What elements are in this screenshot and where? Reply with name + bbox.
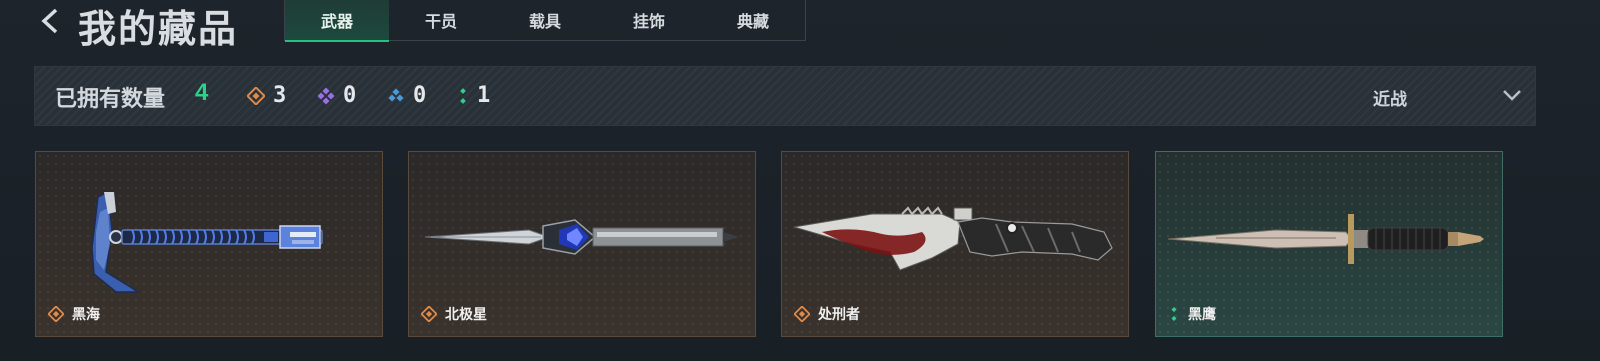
orange-diamond-icon bbox=[794, 306, 810, 322]
tab-weapons[interactable]: 武器 bbox=[285, 0, 389, 42]
item-name-row: 处刑者 bbox=[794, 304, 860, 324]
weapon-type-dropdown[interactable]: 近战 bbox=[1335, 67, 1535, 125]
item-card-black-hawk[interactable]: 黑鹰 bbox=[1155, 151, 1503, 337]
dropdown-selected-value: 近战 bbox=[1373, 90, 1407, 110]
purple-diamond-icon bbox=[317, 86, 335, 105]
category-tabs: 武器 干员 载具 挂饰 典藏 bbox=[284, 0, 806, 42]
page-title: 我的藏品 bbox=[78, 7, 239, 51]
item-name: 北极星 bbox=[445, 307, 487, 323]
top-bar: 我的藏品 武器 干员 载具 挂饰 典藏 bbox=[0, 0, 1600, 51]
rarity-count: 3 bbox=[273, 83, 287, 108]
tab-operators[interactable]: 干员 bbox=[389, 0, 493, 40]
item-name: 黑鹰 bbox=[1188, 307, 1216, 323]
item-name-row: 北极星 bbox=[421, 304, 487, 324]
owned-label: 已拥有数量 bbox=[55, 87, 166, 112]
rarity-count-green: 1 bbox=[457, 83, 490, 108]
item-name-row: 黑海 bbox=[48, 304, 100, 324]
tab-collection[interactable]: 典藏 bbox=[701, 0, 805, 40]
owned-count: 4 bbox=[195, 79, 209, 106]
combat-knife-weapon-image bbox=[1167, 214, 1484, 264]
rarity-count: 0 bbox=[343, 83, 357, 108]
green-diamond-icon bbox=[1171, 307, 1177, 321]
rarity-count: 0 bbox=[413, 83, 427, 108]
rarity-count-purple: 0 bbox=[317, 83, 356, 108]
orange-diamond-icon bbox=[247, 86, 265, 105]
chevron-left-icon bbox=[41, 8, 58, 34]
item-card-executioner[interactable]: 处刑者 bbox=[781, 151, 1129, 337]
green-diamond-icon bbox=[460, 87, 466, 104]
orange-diamond-icon bbox=[421, 306, 437, 322]
back-button[interactable] bbox=[38, 6, 64, 36]
knife-weapon-image bbox=[793, 206, 1113, 271]
rarity-count: 1 bbox=[477, 83, 491, 108]
orange-diamond-icon bbox=[48, 306, 64, 322]
item-name: 处刑者 bbox=[818, 307, 860, 323]
item-card-polaris[interactable]: 北极星 bbox=[408, 151, 756, 337]
tab-vehicles[interactable]: 载具 bbox=[493, 0, 597, 40]
chevron-down-icon bbox=[1503, 90, 1521, 101]
dagger-weapon-image bbox=[424, 219, 739, 255]
summary-bar: 已拥有数量 4 3 0 0 1 近战 bbox=[34, 66, 1536, 126]
tab-charms[interactable]: 挂饰 bbox=[597, 0, 701, 40]
item-name-row: 黑鹰 bbox=[1168, 304, 1216, 324]
rarity-count-blue: 0 bbox=[387, 83, 426, 108]
axe-weapon-image bbox=[91, 190, 323, 293]
item-name: 黑海 bbox=[72, 307, 100, 323]
rarity-count-orange: 3 bbox=[247, 83, 286, 108]
blue-diamond-icon bbox=[388, 87, 404, 102]
item-card-black-sea[interactable]: 黑海 bbox=[35, 151, 383, 337]
